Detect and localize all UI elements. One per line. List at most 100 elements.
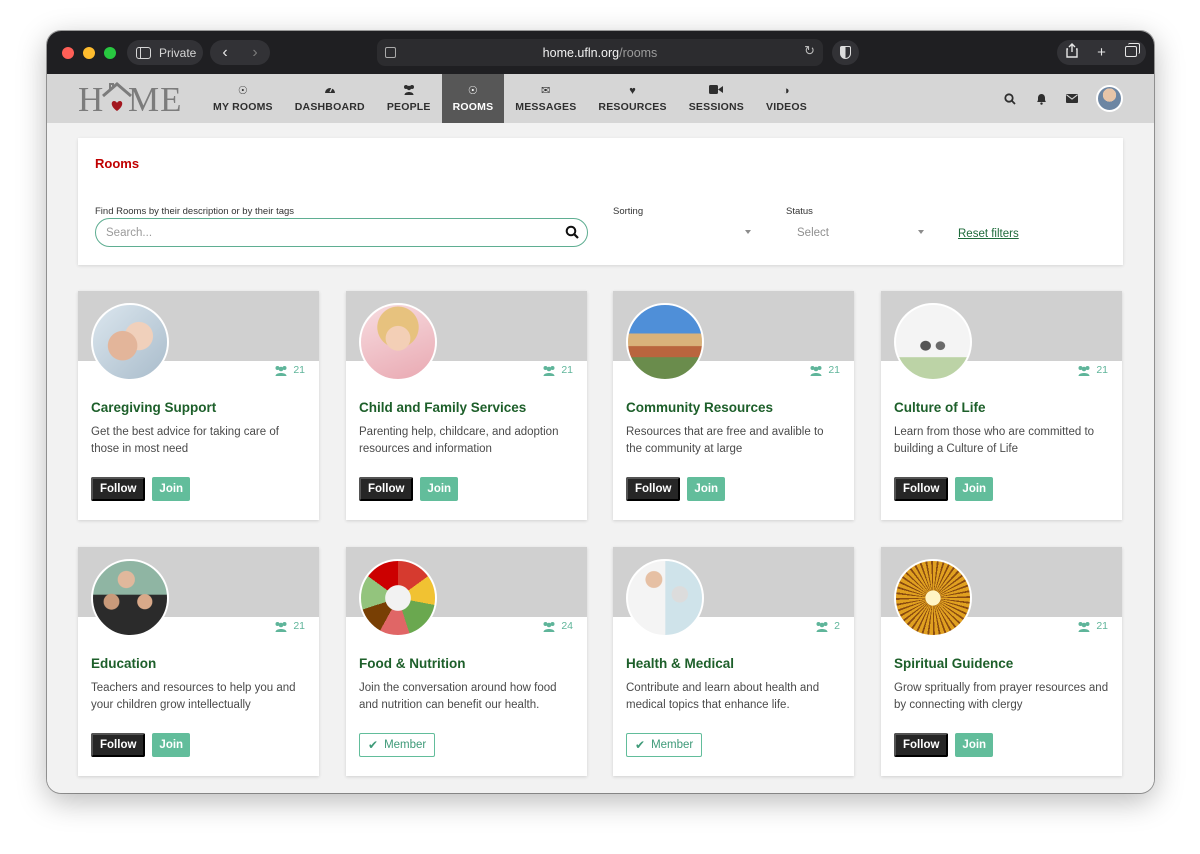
room-thumbnail <box>626 559 704 637</box>
page-menu-icon[interactable] <box>385 47 396 58</box>
room-title[interactable]: Child and Family Services <box>359 400 526 415</box>
member-button[interactable]: ✔ Member <box>626 733 703 757</box>
join-button[interactable]: Join <box>152 477 191 501</box>
room-actions: Follow Join <box>91 733 191 757</box>
room-description: Learn from those who are committed to bu… <box>894 426 1095 455</box>
shield-icon <box>840 46 851 59</box>
video-camera-icon <box>709 84 724 99</box>
nav-sessions[interactable]: SESSIONS <box>678 74 755 123</box>
tab-overview-icon[interactable] <box>1118 43 1144 61</box>
join-button[interactable]: Join <box>420 477 459 501</box>
room-thumbnail <box>359 559 437 637</box>
nav-messages[interactable]: ✉ MESSAGES <box>504 74 587 123</box>
forward-button[interactable]: › <box>241 40 269 65</box>
join-button[interactable]: Join <box>955 733 994 757</box>
sorting-label: Sorting <box>613 206 644 217</box>
search-icon[interactable] <box>565 225 580 240</box>
room-title[interactable]: Health & Medical <box>626 656 734 671</box>
nav-dashboard[interactable]: DASHBOARD <box>284 74 376 123</box>
checkmark-icon: ✔ <box>368 738 379 752</box>
privacy-shield-button[interactable] <box>832 40 859 65</box>
join-button[interactable]: Join <box>152 733 191 757</box>
heart-icon: ♥ <box>629 85 636 97</box>
room-thumbnail <box>626 303 704 381</box>
room-card-spiritual-guidence[interactable]: 21 Spiritual Guidence Grow spritually fr… <box>881 547 1122 776</box>
browser-window: Private ‹ › home.ufln.org/rooms ↻ + H ME… <box>47 31 1154 793</box>
nav-rooms[interactable]: ☉ ROOMS <box>441 74 505 123</box>
member-count: 21 <box>1077 620 1108 632</box>
join-button[interactable]: Join <box>955 477 994 501</box>
users-icon <box>816 621 828 632</box>
nav-resources[interactable]: ♥ RESOURCES <box>587 74 677 123</box>
room-title[interactable]: Community Resources <box>626 400 773 415</box>
new-tab-icon[interactable]: + <box>1088 44 1114 61</box>
nav-people[interactable]: PEOPLE <box>376 74 442 123</box>
room-card-caregiving-support[interactable]: 21 Caregiving Support Get the best advic… <box>78 291 319 520</box>
reload-icon[interactable]: ↻ <box>804 43 815 59</box>
minimize-window-button[interactable] <box>83 47 95 59</box>
room-card-culture-of-life[interactable]: 21 Culture of Life Learn from those who … <box>881 291 1122 520</box>
users-icon <box>1078 365 1090 376</box>
nav-my-rooms[interactable]: ☉ MY ROOMS <box>202 74 284 123</box>
room-thumbnail <box>91 559 169 637</box>
room-thumbnail <box>894 559 972 637</box>
envelope-icon[interactable] <box>1064 91 1080 107</box>
zoom-window-button[interactable] <box>104 47 116 59</box>
main-nav: ☉ MY ROOMS DASHBOARD PEOPLE ☉ ROOMS ✉ ME… <box>202 74 818 123</box>
users-icon <box>810 365 822 376</box>
sidebar-icon <box>136 46 151 59</box>
room-actions: Follow Join <box>894 477 994 501</box>
follow-button[interactable]: Follow <box>894 477 949 501</box>
room-description: Grow spritually from prayer resources an… <box>894 682 1109 711</box>
room-actions: Follow Join <box>359 477 459 501</box>
back-button[interactable]: ‹ <box>211 40 239 65</box>
address-bar[interactable]: home.ufln.org/rooms ↻ <box>377 39 823 66</box>
room-description: Resources that are free and avalible to … <box>626 426 824 455</box>
room-title[interactable]: Education <box>91 656 156 671</box>
people-icon <box>402 84 416 99</box>
room-actions: Follow Join <box>91 477 191 501</box>
reset-filters-link[interactable]: Reset filters <box>958 228 1019 240</box>
sorting-select[interactable] <box>613 218 751 247</box>
room-card-food-and-nutrition[interactable]: 24 Food & Nutrition Join the conversatio… <box>346 547 587 776</box>
nav-videos[interactable]: ◑ VIDEOS <box>755 74 818 123</box>
follow-button[interactable]: Follow <box>91 733 146 757</box>
member-count: 21 <box>809 364 840 376</box>
member-count: 2 <box>815 620 840 632</box>
follow-button[interactable]: Follow <box>626 477 681 501</box>
contrast-icon: ◑ <box>783 85 790 97</box>
room-card-community-resources[interactable]: 21 Community Resources Resources that ar… <box>613 291 854 520</box>
room-thumbnail <box>894 303 972 381</box>
room-title[interactable]: Spiritual Guidence <box>894 656 1013 671</box>
room-description: Contribute and learn about health and me… <box>626 682 820 711</box>
room-card-child-and-family-services[interactable]: 21 Child and Family Services Parenting h… <box>346 291 587 520</box>
close-window-button[interactable] <box>62 47 74 59</box>
chevron-down-icon <box>918 230 924 234</box>
app-header: H ME ☉ MY ROOMS DASHBOARD PEOPLE ☉ ROOMS… <box>47 74 1154 123</box>
bell-icon[interactable] <box>1033 91 1049 107</box>
room-title[interactable]: Caregiving Support <box>91 400 216 415</box>
search-input[interactable] <box>106 226 546 239</box>
user-avatar[interactable] <box>1096 85 1123 112</box>
room-description: Join the conversation around how food an… <box>359 682 557 711</box>
rooms-filter-panel: Rooms Find Rooms by their description or… <box>78 138 1123 265</box>
search-icon[interactable] <box>1002 91 1018 107</box>
dashboard-icon <box>324 84 336 99</box>
room-description: Teachers and resources to help you and y… <box>91 682 296 711</box>
room-card-education[interactable]: 21 Education Teachers and resources to h… <box>78 547 319 776</box>
room-actions: Follow Join <box>894 733 994 757</box>
users-icon <box>543 621 555 632</box>
status-select[interactable]: Select <box>786 218 924 247</box>
follow-button[interactable]: Follow <box>359 477 414 501</box>
search-field[interactable] <box>95 218 588 247</box>
join-button[interactable]: Join <box>687 477 726 501</box>
share-icon[interactable] <box>1059 43 1085 62</box>
room-card-health-and-medical[interactable]: 2 Health & Medical Contribute and learn … <box>613 547 854 776</box>
follow-button[interactable]: Follow <box>894 733 949 757</box>
sidebar-toggle-button[interactable]: Private <box>127 40 203 65</box>
checkmark-icon: ✔ <box>635 738 646 752</box>
room-title[interactable]: Food & Nutrition <box>359 656 465 671</box>
member-button[interactable]: ✔ Member <box>359 733 436 757</box>
room-title[interactable]: Culture of Life <box>894 400 986 415</box>
follow-button[interactable]: Follow <box>91 477 146 501</box>
